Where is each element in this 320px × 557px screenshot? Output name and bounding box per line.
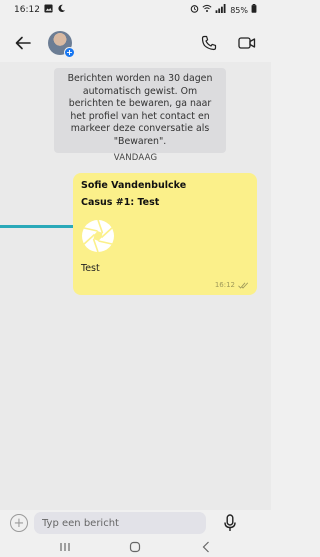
chat-header: + bbox=[0, 24, 271, 62]
read-checkmarks-icon bbox=[238, 281, 249, 289]
video-call-button[interactable] bbox=[235, 31, 259, 55]
message-input[interactable] bbox=[34, 512, 206, 534]
aperture-icon[interactable] bbox=[81, 219, 115, 253]
chevron-left-icon bbox=[202, 541, 209, 553]
home-icon bbox=[130, 541, 141, 553]
message-time: 16:12 bbox=[214, 281, 235, 289]
plus-icon: + bbox=[13, 515, 25, 531]
message-sender: Sofie Vandenbulcke bbox=[81, 180, 187, 191]
call-button[interactable] bbox=[197, 31, 221, 55]
avatar[interactable]: + bbox=[48, 31, 75, 58]
microphone-icon bbox=[224, 514, 236, 531]
attach-button[interactable]: + bbox=[10, 514, 28, 532]
back-nav-button[interactable] bbox=[194, 539, 218, 555]
back-arrow-icon bbox=[15, 36, 31, 50]
back-button[interactable] bbox=[12, 32, 34, 54]
moon-icon bbox=[57, 4, 66, 16]
voice-message-button[interactable] bbox=[220, 512, 240, 534]
battery-icon bbox=[251, 4, 257, 16]
system-nav-bar bbox=[0, 537, 271, 557]
message-meta: 16:12 bbox=[215, 281, 249, 289]
auto-delete-notice: Berichten worden na 30 dagen automatisch… bbox=[54, 68, 226, 153]
message-composer: + bbox=[0, 510, 271, 536]
status-left: 16:12 bbox=[14, 4, 66, 16]
status-bar: 16:12 85% bbox=[0, 0, 271, 20]
new-badge-icon: + bbox=[64, 47, 75, 58]
status-time: 16:12 bbox=[14, 5, 40, 15]
status-right: 85% bbox=[190, 4, 257, 16]
image-icon bbox=[44, 4, 53, 16]
message-bubble[interactable]: Sofie Vandenbulcke Casus #1: Test Test 1… bbox=[73, 173, 257, 295]
battery-percentage: 85% bbox=[230, 5, 248, 15]
phone-icon bbox=[201, 35, 217, 51]
signal-icon bbox=[215, 4, 227, 16]
wifi-icon bbox=[202, 4, 212, 16]
home-button[interactable] bbox=[123, 539, 147, 555]
alarm-icon bbox=[190, 4, 199, 16]
recent-apps-button[interactable] bbox=[53, 539, 77, 555]
accent-line bbox=[0, 225, 76, 228]
day-label: VANDAAG bbox=[113, 153, 158, 163]
chat-area[interactable]: Berichten worden na 30 dagen automatisch… bbox=[0, 62, 271, 510]
recent-apps-icon bbox=[60, 543, 70, 551]
message-title: Casus #1: Test bbox=[81, 197, 160, 208]
message-text: Test bbox=[81, 263, 100, 274]
video-camera-icon bbox=[238, 37, 256, 49]
